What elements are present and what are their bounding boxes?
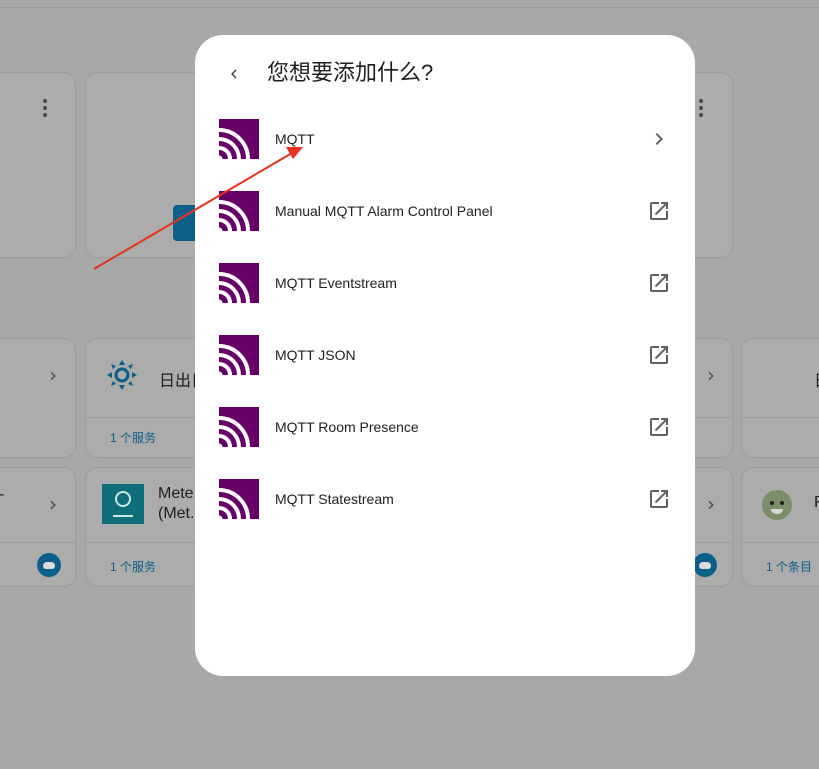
chevron-right-icon (647, 127, 671, 151)
integration-list-item[interactable]: MQTT Eventstream (195, 247, 695, 319)
integration-card[interactable] (0, 72, 76, 258)
integration-card[interactable]: › (0, 338, 76, 458)
integration-list-item[interactable]: MQTT Statestream (195, 463, 695, 535)
mqtt-logo-icon (218, 479, 259, 520)
integration-name: MQTT Eventstream (275, 275, 397, 291)
card-title: Mete (158, 485, 194, 502)
mqtt-logo-icon (218, 263, 259, 304)
cloud-icon (693, 553, 717, 577)
integration-name: MQTT Statestream (275, 491, 394, 507)
back-button[interactable] (219, 59, 249, 89)
integration-list-item[interactable]: MQTT JSON (195, 319, 695, 391)
integration-card[interactable]: 日 (741, 338, 819, 458)
music-emoji-icon (762, 490, 792, 520)
sun-icon (107, 360, 137, 390)
card-title: - (0, 486, 4, 504)
card-title: (Met. (158, 505, 195, 522)
entries-link[interactable]: 1 个条目 (766, 558, 812, 575)
chevron-right-icon: › (49, 363, 57, 387)
mqtt-logo-icon (218, 335, 259, 376)
open-in-new-icon (647, 415, 671, 439)
integration-name: MQTT (275, 131, 315, 147)
open-in-new-icon (647, 199, 671, 223)
configure-button[interactable] (173, 205, 197, 241)
chevron-right-icon: › (49, 492, 57, 516)
open-in-new-icon (647, 487, 671, 511)
more-menu-icon[interactable] (43, 99, 47, 117)
integration-list-item[interactable]: Manual MQTT Alarm Control Panel (195, 175, 695, 247)
chevron-right-icon: › (707, 363, 715, 387)
header-divider (0, 7, 819, 8)
mqtt-logo-icon (218, 407, 259, 448)
integration-card[interactable]: R 1 个条目 (741, 467, 819, 587)
services-link[interactable]: 1 个服务 (110, 558, 156, 575)
mqtt-logo-icon (218, 119, 259, 160)
open-in-new-icon (647, 343, 671, 367)
add-integration-dialog: 您想要添加什么? MQTT Manual MQTT Alarm Control … (195, 35, 695, 676)
open-in-new-icon (647, 271, 671, 295)
services-link[interactable]: 1 个服务 (110, 429, 156, 446)
integration-name: Manual MQTT Alarm Control Panel (275, 203, 493, 219)
card-title: R (814, 494, 819, 512)
integration-name: MQTT Room Presence (275, 419, 419, 435)
chevron-left-icon (231, 69, 237, 79)
cloud-icon (37, 553, 61, 577)
met-logo-icon (102, 484, 144, 524)
more-menu-icon[interactable] (699, 99, 703, 117)
dialog-title: 您想要添加什么? (267, 60, 434, 85)
chevron-right-icon: › (707, 492, 715, 516)
integration-list-item[interactable]: MQTT Room Presence (195, 391, 695, 463)
integration-name: MQTT JSON (275, 347, 356, 363)
integration-list-item[interactable]: MQTT (195, 103, 695, 175)
mqtt-logo-icon (218, 191, 259, 232)
card-title: 日 (814, 367, 819, 391)
integration-card[interactable]: - › (0, 467, 76, 587)
